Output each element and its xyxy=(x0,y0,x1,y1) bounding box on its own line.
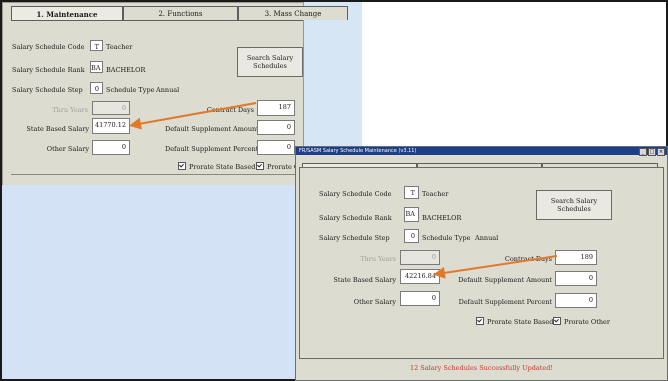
arrow-to-state-based-salary xyxy=(129,102,257,130)
arrow-to-new-state-based-salary xyxy=(433,255,558,279)
annotation-arrows xyxy=(129,102,558,279)
